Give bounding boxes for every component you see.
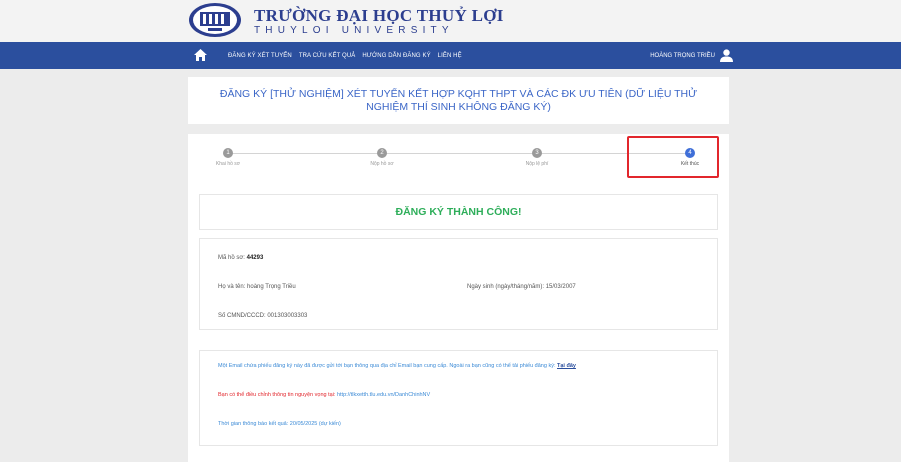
nav-contact[interactable]: Liên hệ	[438, 53, 462, 59]
full-name-label: Họ và tên:	[218, 284, 246, 290]
user-menu[interactable]: Hoàng Trọng Triều	[650, 42, 733, 69]
id-number-row: Số CMND/CCCD: 001303003303	[218, 313, 307, 319]
dob-row: Ngày sinh (ngày/tháng/năm): 15/03/2007	[467, 284, 576, 290]
success-message: ĐĂNG KÝ THÀNH CÔNG!	[395, 206, 522, 218]
nav-links: Đăng ký xét tuyển Tra cứu kết quả Hướng …	[228, 42, 469, 69]
id-number-label: Số CMND/CCCD:	[218, 313, 266, 319]
nav-lookup-results[interactable]: Tra cứu kết quả	[299, 53, 356, 59]
site-header: TRƯỜNG ĐẠI HỌC THUỶ LỢI THUYLOI UNIVERSI…	[0, 0, 901, 42]
adjust-note-text: Bạn có thể điều chỉnh thông tin nguyện v…	[218, 392, 336, 398]
applicant-info-panel: Mã hồ sơ: 44293 Họ và tên: hoàng Trọng T…	[199, 238, 718, 330]
user-icon[interactable]	[720, 49, 733, 62]
adjust-note: Bạn có thể điều chỉnh thông tin nguyện v…	[218, 392, 430, 398]
nav-guide[interactable]: Hướng dẫn đăng ký	[362, 53, 430, 59]
step-label: Nộp lệ phí	[525, 161, 549, 167]
step-nop-ho-so[interactable]: 2 Nộp hồ sơ	[352, 148, 412, 167]
page-title: ĐĂNG KÝ [THỬ NGHIỆM] XÉT TUYỂN KẾT HỢP K…	[219, 87, 698, 113]
nav-register[interactable]: Đăng ký xét tuyển	[228, 53, 292, 59]
email-note-text: Một Email chứa phiếu đăng ký này đã được…	[218, 363, 556, 369]
profile-code-label: Mã hồ sơ:	[218, 255, 245, 261]
current-step-highlight	[627, 136, 719, 178]
full-name-value: hoàng Trọng Triều	[247, 284, 296, 290]
email-note: Một Email chứa phiếu đăng ký này đã được…	[218, 363, 576, 369]
step-nop-le-phi[interactable]: 3 Nộp lệ phí	[507, 148, 567, 167]
step-label: Khai hồ sơ	[215, 161, 241, 167]
success-panel: ĐĂNG KÝ THÀNH CÔNG!	[199, 194, 718, 230]
download-form-link[interactable]: Tại đây	[557, 363, 576, 369]
progress-stepper: 1 Khai hồ sơ 2 Nộp hồ sơ 3 Nộp lệ phí 4 …	[188, 134, 729, 184]
home-icon[interactable]	[194, 49, 207, 61]
step-number: 2	[377, 148, 387, 158]
notes-panel: Một Email chứa phiếu đăng ký này đã được…	[199, 350, 718, 446]
university-logo-icon[interactable]	[188, 2, 242, 38]
adjust-wishes-link[interactable]: http://tlkxetth.tlu.edu.vn/DanhChinhNV	[337, 392, 430, 398]
page-title-box: ĐĂNG KÝ [THỬ NGHIỆM] XÉT TUYỂN KẾT HỢP K…	[188, 77, 729, 124]
profile-code-value: 44293	[246, 255, 264, 261]
university-name: TRƯỜNG ĐẠI HỌC THUỶ LỢI	[254, 6, 504, 25]
profile-code-row: Mã hồ sơ: 44293	[218, 255, 263, 261]
registration-card: 1 Khai hồ sơ 2 Nộp hồ sơ 3 Nộp lệ phí 4 …	[188, 134, 729, 462]
full-name-row: Họ và tên: hoàng Trọng Triều	[218, 284, 296, 290]
user-name[interactable]: Hoàng Trọng Triều	[650, 53, 715, 59]
step-khai-ho-so[interactable]: 1 Khai hồ sơ	[198, 148, 258, 167]
step-label: Nộp hồ sơ	[370, 161, 394, 167]
id-number-value: 001303003303	[267, 313, 308, 319]
university-name-en: THUYLOI UNIVERSITY	[254, 25, 454, 36]
dob-label: Ngày sinh (ngày/tháng/năm):	[467, 284, 545, 290]
step-number: 3	[532, 148, 542, 158]
main-navbar: Đăng ký xét tuyển Tra cứu kết quả Hướng …	[0, 42, 901, 69]
dob-value: 15/03/2007	[545, 284, 576, 290]
step-number: 1	[223, 148, 233, 158]
result-time-note: Thời gian thông báo kết quả: 20/05/2025 …	[218, 421, 341, 427]
